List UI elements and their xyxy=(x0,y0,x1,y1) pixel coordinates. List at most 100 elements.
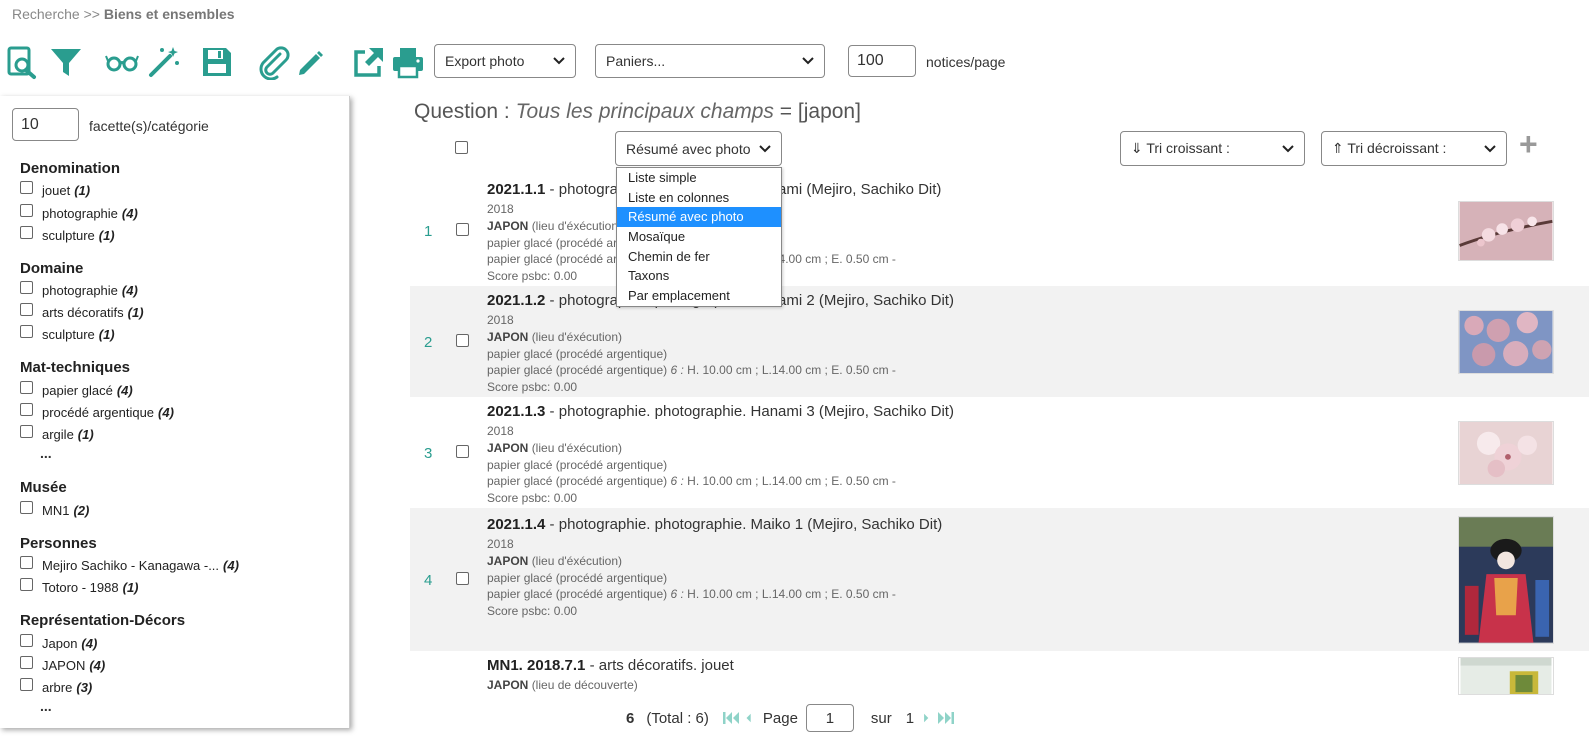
facet-item[interactable]: arbre (3) xyxy=(20,678,92,695)
save-icon[interactable] xyxy=(199,44,235,80)
per-page-input[interactable]: 100 xyxy=(848,45,916,77)
result-thumbnail[interactable] xyxy=(1458,421,1554,485)
result-thumbnail[interactable] xyxy=(1458,310,1554,374)
facet-item[interactable]: photographie (4) xyxy=(20,281,138,298)
view-option-taxa[interactable]: Taxons xyxy=(617,266,781,286)
facet-checkbox[interactable] xyxy=(20,281,33,294)
facet-checkbox[interactable] xyxy=(20,403,33,416)
view-option-filmstrip[interactable]: Chemin de fer xyxy=(617,247,781,267)
facet-item[interactable]: JAPON (4) xyxy=(20,656,105,673)
facet-item[interactable]: Mejiro Sachiko - Kanagawa -... (4) xyxy=(20,556,239,573)
breadcrumb-root[interactable]: Recherche xyxy=(12,6,80,22)
facet-item[interactable]: papier glacé (4) xyxy=(20,381,133,398)
facet-item[interactable]: photographie (4) xyxy=(20,204,138,221)
facet-item[interactable]: Totoro - 1988 (1) xyxy=(20,578,139,595)
facets-count-input[interactable]: 10 xyxy=(12,108,79,141)
facet-item[interactable]: arts décoratifs (1) xyxy=(20,303,144,320)
facet-checkbox[interactable] xyxy=(20,181,33,194)
facet-checkbox[interactable] xyxy=(20,634,33,647)
view-mode-select[interactable]: Résumé avec photo xyxy=(615,131,782,166)
of-label: sur xyxy=(870,709,892,727)
first-page-icon[interactable] xyxy=(721,710,741,726)
facet-checkbox[interactable] xyxy=(20,501,33,514)
result-row[interactable]: 2 2021.1.2 - photographie. photographie.… xyxy=(410,286,1589,397)
facet-checkbox[interactable] xyxy=(20,325,33,338)
facet-more-link[interactable]: ... xyxy=(40,698,52,714)
breadcrumb: Recherche >> Biens et ensembles xyxy=(12,6,235,22)
glasses-icon[interactable] xyxy=(104,44,140,80)
sort-desc-select[interactable]: ⇑ Tri décroissant : xyxy=(1321,131,1507,166)
facet-item[interactable]: procédé argentique (4) xyxy=(20,403,174,420)
result-place: JAPON (lieu d'éxécution) xyxy=(487,219,623,233)
view-mode-select-value: Résumé avec photo xyxy=(626,140,751,157)
chevron-down-icon xyxy=(802,57,814,65)
view-option-columns[interactable]: Liste en colonnes xyxy=(617,188,781,208)
result-checkbox[interactable] xyxy=(456,223,469,236)
view-option-simple-list[interactable]: Liste simple xyxy=(617,168,781,188)
baskets-select[interactable]: Paniers... xyxy=(595,44,825,78)
page-input[interactable]: 1 xyxy=(805,704,854,732)
facet-item[interactable]: jouet (1) xyxy=(20,181,90,198)
baskets-select-value: Paniers... xyxy=(606,53,666,69)
magic-wand-icon[interactable] xyxy=(146,44,182,80)
result-score: Score psbc: 0.00 xyxy=(487,380,578,394)
result-checkbox[interactable] xyxy=(456,334,469,347)
facet-checkbox[interactable] xyxy=(20,204,33,217)
result-thumbnail[interactable] xyxy=(1458,516,1554,644)
result-thumbnail[interactable] xyxy=(1458,201,1554,261)
pencil-icon[interactable] xyxy=(292,44,328,80)
sort-asc-select[interactable]: ⇓ Tri croissant : xyxy=(1120,131,1305,166)
filter-icon[interactable] xyxy=(48,44,84,80)
facet-checkbox[interactable] xyxy=(20,578,33,591)
search-record-icon[interactable] xyxy=(4,44,40,80)
result-year: 2018 xyxy=(487,202,514,216)
previous-page-icon[interactable] xyxy=(743,710,757,726)
breadcrumb-current: Biens et ensembles xyxy=(103,6,235,22)
sort-desc-value: ⇑ Tri décroissant : xyxy=(1332,140,1447,156)
result-title[interactable]: MN1. 2018.7.1 - arts décoratifs. jouet xyxy=(487,657,734,674)
result-material: papier glacé (procédé argentique) xyxy=(487,458,668,472)
next-page-icon[interactable] xyxy=(922,710,936,726)
result-year: 2018 xyxy=(487,537,514,551)
result-row[interactable]: 3 2021.1.3 - photographie. photographie.… xyxy=(410,397,1589,508)
chevron-down-icon xyxy=(1282,144,1294,152)
select-all-checkbox[interactable] xyxy=(455,141,468,154)
facet-checkbox[interactable] xyxy=(20,656,33,669)
facet-more-link[interactable]: ... xyxy=(40,445,52,461)
result-dimensions: papier glacé (procédé argentique) 6 : H.… xyxy=(487,363,896,377)
result-thumbnail[interactable] xyxy=(1458,657,1554,695)
chevron-down-icon xyxy=(1484,144,1496,152)
attachment-icon[interactable] xyxy=(256,44,292,81)
facet-item[interactable]: sculpture (1) xyxy=(20,325,115,342)
result-row[interactable]: 4 2021.1.4 - photographie. photographie.… xyxy=(410,508,1589,651)
export-photo-select[interactable]: Export photo xyxy=(434,44,576,78)
facet-checkbox[interactable] xyxy=(20,425,33,438)
facet-item[interactable]: MN1 (2) xyxy=(20,501,89,518)
last-page-icon[interactable] xyxy=(936,710,956,726)
result-title[interactable]: 2021.1.4 - photographie. photographie. M… xyxy=(487,516,942,533)
facet-item[interactable]: argile (1) xyxy=(20,425,94,442)
result-row[interactable]: MN1. 2018.7.1 - arts décoratifs. jouet J… xyxy=(410,651,1589,695)
result-row[interactable]: 1 2021.1.1 - photographie. photographie.… xyxy=(410,175,1589,286)
add-sort-button[interactable]: + xyxy=(1519,126,1538,162)
facet-checkbox[interactable] xyxy=(20,678,33,691)
facet-checkbox[interactable] xyxy=(20,556,33,569)
result-title[interactable]: 2021.1.3 - photographie. photographie. H… xyxy=(487,403,954,420)
export-icon[interactable] xyxy=(350,44,386,80)
result-place: JAPON (lieu d'éxécution) xyxy=(487,441,623,455)
view-option-summary-photo[interactable]: Résumé avec photo xyxy=(617,207,781,228)
result-dimensions: papier glacé (procédé argentique) 6 : H.… xyxy=(487,474,896,488)
facet-checkbox[interactable] xyxy=(20,381,33,394)
facet-item[interactable]: Japon (4) xyxy=(20,634,97,651)
view-option-mosaic[interactable]: Mosaïque xyxy=(617,227,781,247)
facet-checkbox[interactable] xyxy=(20,226,33,239)
total-pages: 1 xyxy=(905,709,915,727)
result-checkbox[interactable] xyxy=(456,445,469,458)
result-checkbox[interactable] xyxy=(456,572,469,585)
view-option-location[interactable]: Par emplacement xyxy=(617,286,781,306)
facet-title: Représentation-Décors xyxy=(20,612,186,629)
print-icon[interactable] xyxy=(390,44,426,80)
facet-checkbox[interactable] xyxy=(20,303,33,316)
page-label: Page xyxy=(762,709,798,727)
facet-item[interactable]: sculpture (1) xyxy=(20,226,115,243)
